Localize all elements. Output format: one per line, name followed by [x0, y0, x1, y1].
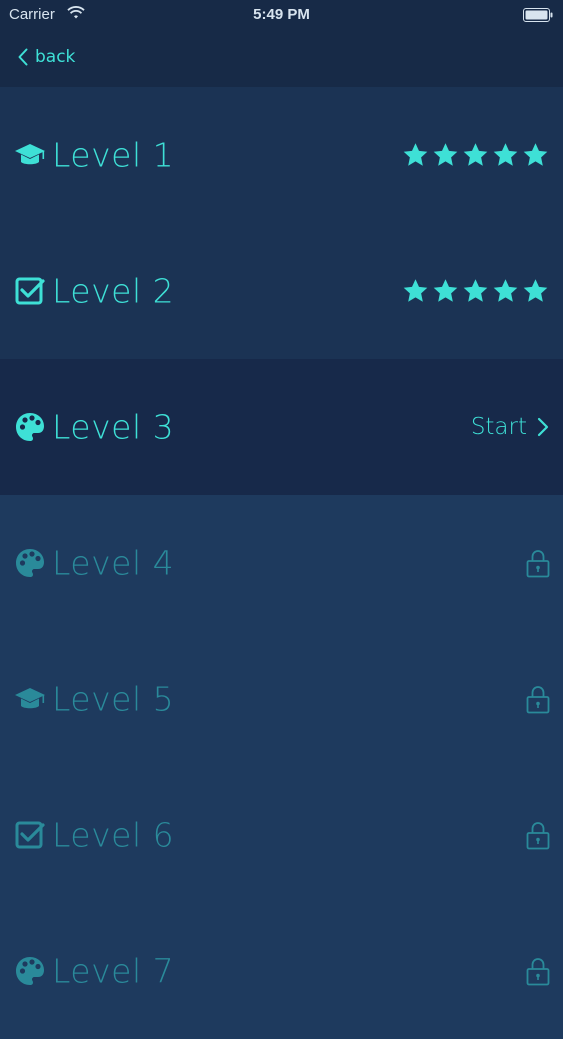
star-icon	[523, 279, 548, 302]
star-rating	[402, 278, 549, 305]
graduation-cap-icon	[14, 683, 46, 715]
back-button[interactable]: back	[18, 44, 75, 70]
status-bar: Carrier 5:49 PM	[0, 0, 563, 30]
level-label: Level 7	[52, 951, 175, 991]
star-icon	[463, 143, 488, 166]
level-label: Level 3	[52, 407, 175, 447]
level-label: Level 6	[52, 815, 175, 855]
palette-icon	[14, 411, 46, 443]
back-label: back	[35, 47, 76, 67]
lock-icon	[526, 820, 550, 850]
level-label: Level 1	[52, 135, 175, 175]
lock-icon	[526, 956, 550, 986]
checkbox-icon	[14, 275, 46, 307]
star-icon	[523, 143, 548, 166]
level-list: Level 1 Level 2 Level 3 Start Level 4 Level 5…	[0, 87, 563, 1039]
level-row-1[interactable]: Level 1	[0, 87, 563, 223]
checkbox-icon	[14, 819, 46, 851]
chevron-right-icon	[537, 417, 549, 437]
lock-icon	[526, 548, 550, 578]
star-icon	[433, 143, 458, 166]
level-label: Level 5	[52, 679, 175, 719]
palette-icon	[14, 955, 46, 987]
level-label: Level 4	[52, 543, 175, 583]
level-row-3[interactable]: Level 3 Start	[0, 359, 563, 495]
level-row-5: Level 5	[0, 631, 563, 767]
start-label: Start	[470, 414, 527, 440]
status-time: 5:49 PM	[253, 6, 310, 23]
chevron-left-icon	[18, 48, 28, 66]
level-row-6: Level 6	[0, 767, 563, 903]
star-icon	[493, 279, 518, 302]
level-row-4: Level 4	[0, 495, 563, 631]
level-row-7: Level 7	[0, 903, 563, 1039]
star-icon	[403, 279, 428, 302]
star-icon	[463, 279, 488, 302]
star-icon	[433, 279, 458, 302]
nav-bar: back	[0, 30, 563, 87]
level-row-2[interactable]: Level 2	[0, 223, 563, 359]
star-icon	[493, 143, 518, 166]
level-label: Level 2	[52, 271, 175, 311]
start-button[interactable]: Start	[471, 414, 549, 440]
lock-icon	[526, 684, 550, 714]
palette-icon	[14, 547, 46, 579]
star-icon	[403, 143, 428, 166]
star-rating	[402, 142, 549, 169]
battery-icon	[523, 8, 553, 22]
graduation-cap-icon	[14, 139, 46, 171]
